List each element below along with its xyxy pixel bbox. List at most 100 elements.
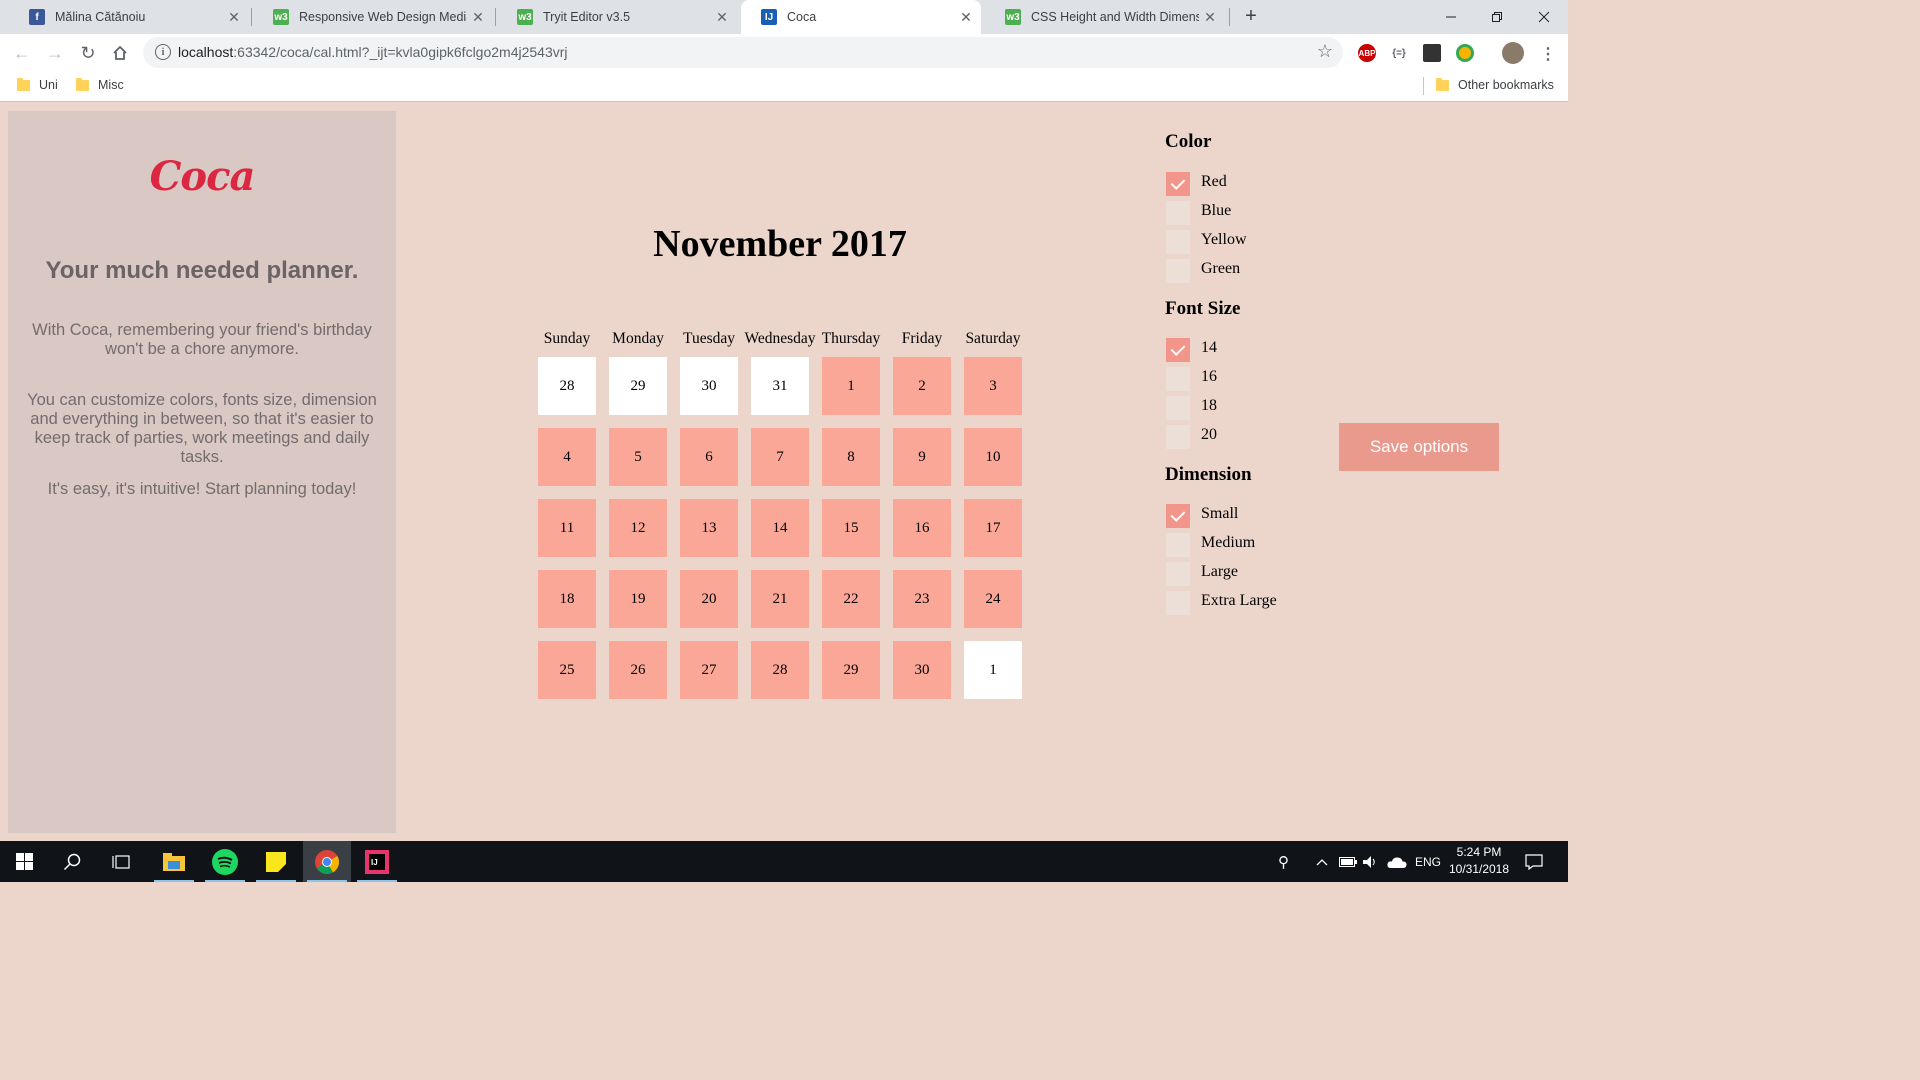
calendar-day[interactable]: 15 bbox=[822, 499, 880, 557]
intellij-icon[interactable]: IJ bbox=[353, 841, 401, 882]
site-info-icon[interactable]: i bbox=[155, 44, 171, 60]
other-bookmarks[interactable]: Other bookmarks bbox=[1436, 77, 1554, 92]
calendar-day[interactable]: 6 bbox=[680, 428, 738, 486]
option-label[interactable]: Medium bbox=[1201, 534, 1255, 552]
extension-icon[interactable] bbox=[1423, 44, 1441, 62]
close-window-icon[interactable] bbox=[1521, 0, 1567, 34]
calendar-day[interactable]: 9 bbox=[893, 428, 951, 486]
calendar-day[interactable]: 16 bbox=[893, 499, 951, 557]
calendar-day[interactable]: 3 bbox=[964, 357, 1022, 415]
calendar-day[interactable]: 8 bbox=[822, 428, 880, 486]
browser-tab[interactable]: w3 Tryit Editor v3.5 ✕ bbox=[497, 0, 737, 34]
option-checkbox[interactable] bbox=[1166, 562, 1190, 586]
calendar-day[interactable]: 1 bbox=[822, 357, 880, 415]
json-viewer-icon[interactable]: {=} bbox=[1390, 44, 1408, 62]
calendar-day-other-month[interactable]: 28 bbox=[538, 357, 596, 415]
option-label[interactable]: 14 bbox=[1201, 339, 1217, 357]
option-label[interactable]: 20 bbox=[1201, 426, 1217, 444]
calendar-day[interactable]: 19 bbox=[609, 570, 667, 628]
calendar-day[interactable]: 11 bbox=[538, 499, 596, 557]
address-bar[interactable]: i localhost:63342/coca/cal.html?_ijt=kvl… bbox=[143, 37, 1343, 68]
calendar-day-other-month[interactable]: 30 bbox=[680, 357, 738, 415]
calendar-day[interactable]: 30 bbox=[893, 641, 951, 699]
search-icon[interactable] bbox=[48, 841, 96, 882]
people-icon[interactable]: ⚲ bbox=[1278, 841, 1289, 882]
calendar-day[interactable]: 5 bbox=[609, 428, 667, 486]
notifications-icon[interactable] bbox=[1525, 841, 1543, 882]
forward-icon[interactable]: → bbox=[42, 40, 68, 66]
tray-chevron-icon[interactable] bbox=[1316, 841, 1328, 882]
calendar-day[interactable]: 10 bbox=[964, 428, 1022, 486]
bookmark-star-icon[interactable]: ☆ bbox=[1317, 41, 1333, 62]
option-checkbox[interactable] bbox=[1166, 172, 1190, 196]
volume-icon[interactable] bbox=[1362, 841, 1378, 882]
tab-close-icon[interactable]: ✕ bbox=[467, 9, 489, 26]
option-label[interactable]: Large bbox=[1201, 563, 1238, 581]
option-label[interactable]: Extra Large bbox=[1201, 592, 1277, 610]
calendar-day[interactable]: 25 bbox=[538, 641, 596, 699]
calendar-day[interactable]: 24 bbox=[964, 570, 1022, 628]
browser-tab[interactable]: IJ Coca ✕ bbox=[741, 0, 981, 34]
calendar-day[interactable]: 26 bbox=[609, 641, 667, 699]
browser-tab[interactable]: w3 CSS Height and Width Dimensio ✕ bbox=[985, 0, 1225, 34]
calendar-day[interactable]: 21 bbox=[751, 570, 809, 628]
calendar-day[interactable]: 17 bbox=[964, 499, 1022, 557]
option-label[interactable]: Small bbox=[1201, 505, 1238, 523]
option-checkbox[interactable] bbox=[1166, 425, 1190, 449]
calendar-day[interactable]: 4 bbox=[538, 428, 596, 486]
option-checkbox[interactable] bbox=[1166, 367, 1190, 391]
calendar-day-other-month[interactable]: 31 bbox=[751, 357, 809, 415]
restore-icon[interactable] bbox=[1474, 0, 1520, 34]
calendar-day[interactable]: 2 bbox=[893, 357, 951, 415]
option-checkbox[interactable] bbox=[1166, 201, 1190, 225]
option-checkbox[interactable] bbox=[1166, 533, 1190, 557]
tab-close-icon[interactable]: ✕ bbox=[1199, 9, 1221, 26]
option-checkbox[interactable] bbox=[1166, 504, 1190, 528]
option-label[interactable]: 16 bbox=[1201, 368, 1217, 386]
home-icon[interactable] bbox=[107, 40, 133, 66]
option-label[interactable]: Yellow bbox=[1201, 231, 1247, 249]
onedrive-icon[interactable] bbox=[1387, 841, 1407, 882]
battery-icon[interactable] bbox=[1339, 841, 1357, 882]
save-options-button[interactable]: Save options bbox=[1339, 423, 1499, 471]
calendar-day-other-month[interactable]: 29 bbox=[609, 357, 667, 415]
option-label[interactable]: 18 bbox=[1201, 397, 1217, 415]
browser-tab[interactable]: f Mălina Cătănoiu ✕ bbox=[9, 0, 249, 34]
option-label[interactable]: Red bbox=[1201, 173, 1227, 191]
browser-tab[interactable]: w3 Responsive Web Design Media Q✕ bbox=[253, 0, 493, 34]
tab-close-icon[interactable]: ✕ bbox=[711, 9, 733, 26]
chrome-icon[interactable] bbox=[303, 841, 351, 882]
adblock-icon[interactable]: ABP bbox=[1358, 44, 1376, 62]
new-tab-button[interactable]: + bbox=[1240, 6, 1262, 28]
bookmark-folder-uni[interactable]: Uni bbox=[17, 77, 58, 92]
avatar[interactable] bbox=[1502, 42, 1524, 64]
option-checkbox[interactable] bbox=[1166, 230, 1190, 254]
calendar-day[interactable]: 7 bbox=[751, 428, 809, 486]
calendar-day[interactable]: 18 bbox=[538, 570, 596, 628]
option-checkbox[interactable] bbox=[1166, 591, 1190, 615]
option-label[interactable]: Green bbox=[1201, 260, 1240, 278]
calendar-day[interactable]: 20 bbox=[680, 570, 738, 628]
calendar-day[interactable]: 27 bbox=[680, 641, 738, 699]
tab-close-icon[interactable]: ✕ bbox=[955, 9, 977, 26]
spotify-icon[interactable] bbox=[201, 841, 249, 882]
calendar-day[interactable]: 29 bbox=[822, 641, 880, 699]
reload-icon[interactable]: ↻ bbox=[75, 40, 101, 66]
clock[interactable]: 5:24 PM 10/31/2018 bbox=[1444, 844, 1514, 878]
file-explorer-icon[interactable] bbox=[150, 841, 198, 882]
extension-icon[interactable] bbox=[1456, 44, 1474, 62]
calendar-day-other-month[interactable]: 1 bbox=[964, 641, 1022, 699]
option-checkbox[interactable] bbox=[1166, 259, 1190, 283]
calendar-day[interactable]: 14 bbox=[751, 499, 809, 557]
calendar-day[interactable]: 13 bbox=[680, 499, 738, 557]
menu-icon[interactable]: ⋮ bbox=[1540, 44, 1556, 64]
tab-close-icon[interactable]: ✕ bbox=[223, 9, 245, 26]
bookmark-folder-misc[interactable]: Misc bbox=[76, 77, 124, 92]
option-label[interactable]: Blue bbox=[1201, 202, 1231, 220]
back-icon[interactable]: ← bbox=[9, 40, 35, 66]
minimize-icon[interactable] bbox=[1428, 0, 1474, 34]
windows-start-icon[interactable] bbox=[0, 841, 48, 882]
option-checkbox[interactable] bbox=[1166, 396, 1190, 420]
calendar-day[interactable]: 12 bbox=[609, 499, 667, 557]
option-checkbox[interactable] bbox=[1166, 338, 1190, 362]
